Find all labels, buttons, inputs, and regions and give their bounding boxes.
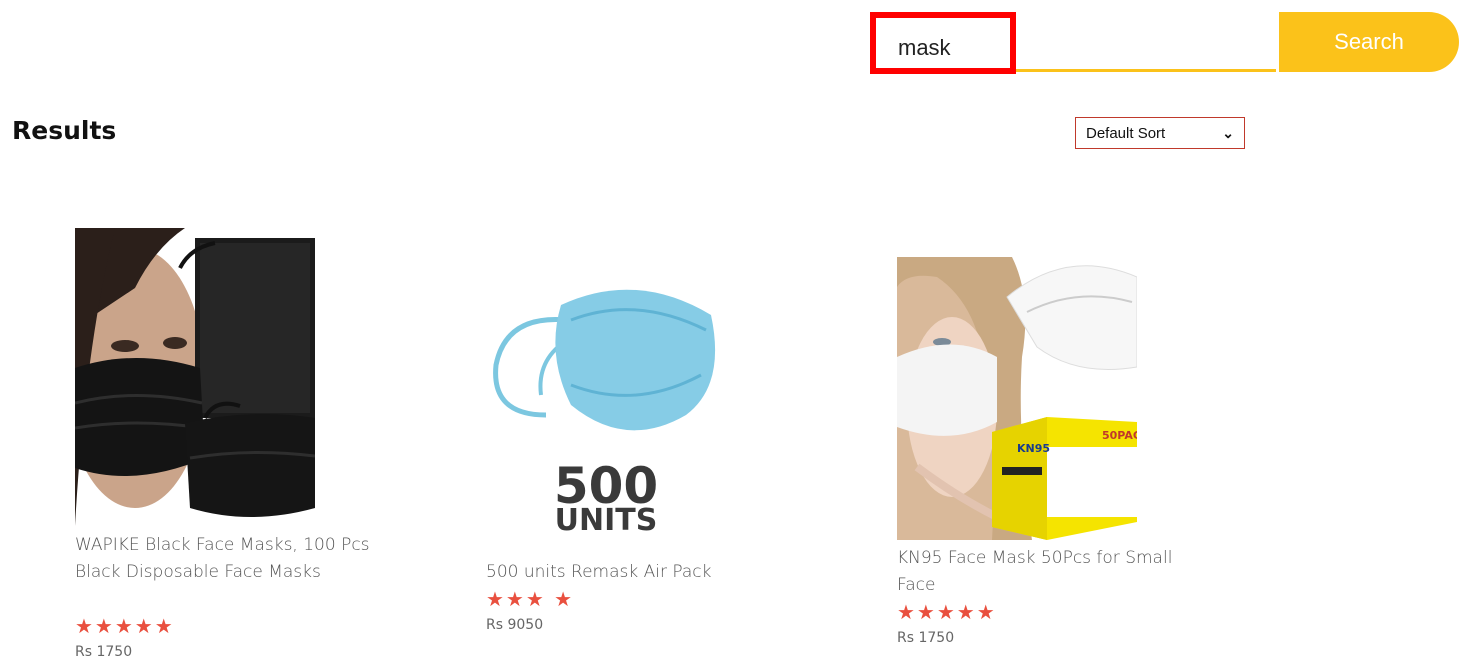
product-price: Rs 1750	[897, 630, 955, 646]
kn95-mask-image: KN95 50PAC	[897, 257, 1137, 540]
product-image[interactable]: KN95 50PAC	[897, 257, 1137, 540]
search-input[interactable]	[876, 22, 1276, 72]
chevron-down-icon: ⌄	[1222, 124, 1234, 141]
product-image[interactable]	[75, 228, 315, 526]
sort-selected-value: Default Sort	[1086, 124, 1166, 142]
box-label-kn95: KN95	[1017, 442, 1050, 455]
search-button[interactable]: Search	[1279, 12, 1459, 72]
black-face-masks-image	[75, 228, 315, 526]
box-label-pack: 50PAC	[1102, 429, 1137, 442]
image-text-units: UNITS	[555, 503, 658, 535]
product-price: Rs 1750	[75, 644, 133, 660]
star-rating: ★★★★★	[897, 600, 997, 624]
product-name[interactable]: KN95 Face Mask 50Pcs for Small Face	[897, 545, 1177, 599]
search-bar	[870, 12, 1276, 74]
star-rating: ★★★★★	[75, 614, 175, 638]
blue-mask-500-units-image: 500 UNITS	[493, 289, 716, 535]
star-rating: ★★★ ★	[486, 587, 575, 611]
product-name[interactable]: 500 units Remask Air Pack	[486, 559, 786, 586]
product-name[interactable]: WAPIKE Black Face Masks, 100 Pcs Black D…	[75, 532, 375, 586]
sort-select[interactable]: Default Sort ⌄	[1075, 117, 1245, 149]
product-image[interactable]: 500 UNITS	[486, 275, 726, 535]
results-heading: Results	[12, 116, 117, 145]
product-price: Rs 9050	[486, 617, 544, 633]
